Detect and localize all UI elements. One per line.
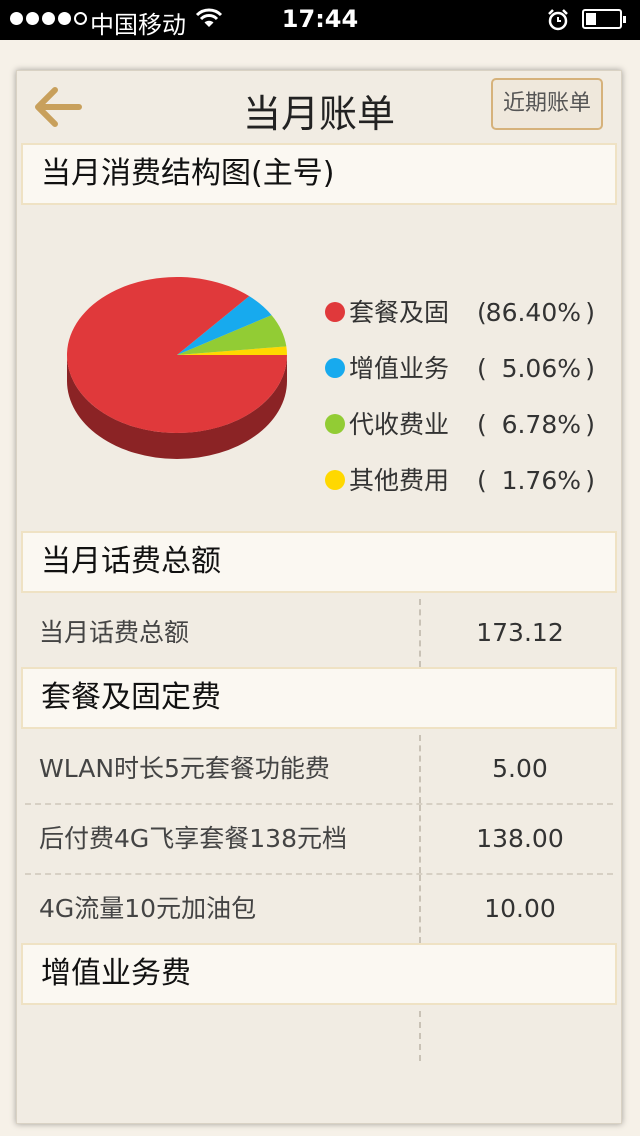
alarm-clock-icon xyxy=(546,8,570,38)
status-time: 17:44 xyxy=(281,5,359,33)
table-row: 4G流量10元加油包 10.00 xyxy=(21,875,617,943)
row-label: WLAN时长5元套餐功能费 xyxy=(39,754,330,783)
table-row xyxy=(21,1011,617,1061)
table-row: 当月话费总额 173.12 xyxy=(21,599,617,667)
legend-swatch xyxy=(325,470,345,490)
recent-bills-button[interactable]: 近期账单 xyxy=(491,78,603,130)
legend-swatch xyxy=(325,358,345,378)
legend-label: 代收费业 xyxy=(349,410,450,439)
section-header-total: 当月话费总额 xyxy=(21,531,617,593)
row-label: 后付费4G飞享套餐138元档 xyxy=(39,824,347,853)
row-value: 5.00 xyxy=(492,754,548,783)
legend-label: 增值业务 xyxy=(349,354,450,383)
section-header-value-added: 增值业务费 xyxy=(21,943,617,1005)
bill-paper: 当月账单 近期账单 当月消费结构图(主号) 套餐及固(86.40%) 增值业务(5… xyxy=(16,70,622,1124)
table-row: 后付费4G飞享套餐138元档 138.00 xyxy=(21,805,617,873)
row-value: 173.12 xyxy=(476,618,564,647)
row-label: 当月话费总额 xyxy=(39,618,190,647)
status-bar: 中国移动 17:44 xyxy=(0,0,640,40)
legend-swatch xyxy=(325,414,345,434)
table-row: WLAN时长5元套餐功能费 5.00 xyxy=(21,735,617,803)
column-divider xyxy=(419,599,421,667)
row-label: 4G流量10元加油包 xyxy=(39,894,257,923)
legend-label: 其他费用 xyxy=(349,466,450,495)
column-divider xyxy=(419,875,421,943)
pie-chart xyxy=(66,277,287,459)
legend-label: 套餐及固 xyxy=(349,298,450,327)
section-header-package: 套餐及固定费 xyxy=(21,667,617,729)
row-value: 138.00 xyxy=(476,824,564,853)
row-value: 10.00 xyxy=(484,894,556,923)
column-divider xyxy=(419,805,421,873)
column-divider xyxy=(419,1011,421,1061)
legend-swatch xyxy=(325,302,345,322)
section-header-structure: 当月消费结构图(主号) xyxy=(21,143,617,205)
column-divider xyxy=(419,735,421,803)
nav-header: 当月账单 近期账单 xyxy=(17,71,621,143)
battery-icon xyxy=(582,9,626,29)
app-background: 当月账单 近期账单 当月消费结构图(主号) 套餐及固(86.40%) 增值业务(5… xyxy=(0,40,640,1136)
